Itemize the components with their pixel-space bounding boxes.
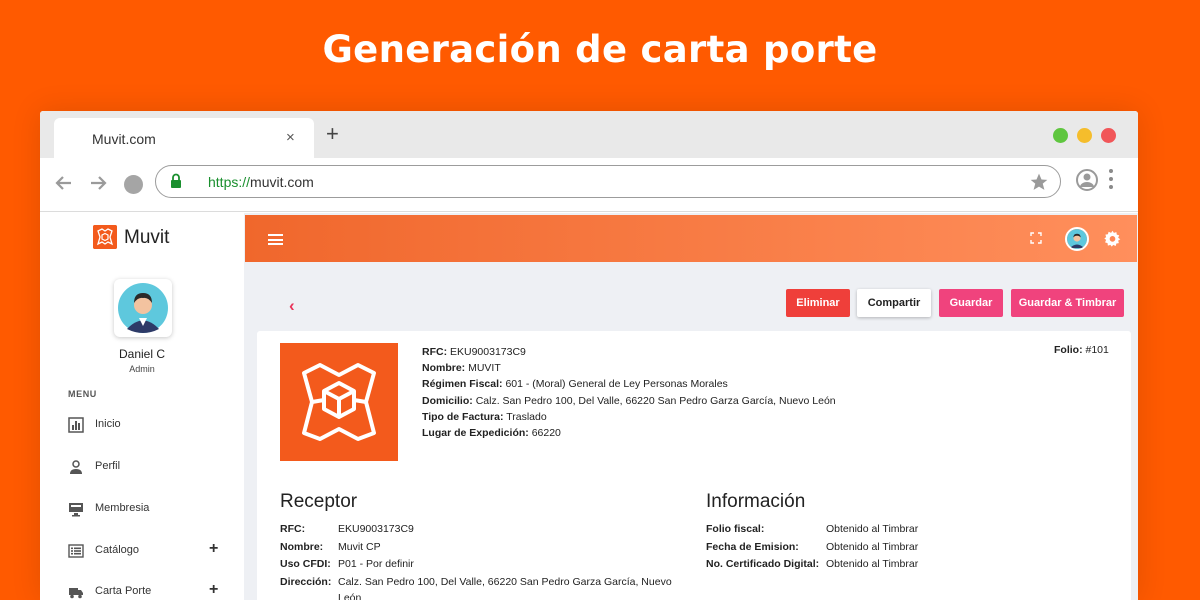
tab-bar: Muvit.com × + xyxy=(40,111,1138,158)
expand-plus-icon[interactable]: + xyxy=(209,581,218,599)
header-avatar[interactable] xyxy=(1065,227,1089,251)
sidebar: Muvit Daniel C Admin MENU Inicio Perfil … xyxy=(40,213,244,600)
delete-button[interactable]: Eliminar xyxy=(786,289,850,317)
gear-icon[interactable] xyxy=(1104,230,1121,247)
user-role: Admin xyxy=(129,364,155,374)
avatar[interactable] xyxy=(114,279,172,337)
browser-window: Muvit.com × + https://muvit.com Muvit Da… xyxy=(40,111,1138,600)
sidebar-item-label: Inicio xyxy=(95,418,121,430)
sidebar-item-inicio[interactable]: Inicio xyxy=(66,411,226,439)
save-and-stamp-button[interactable]: Guardar & Timbrar xyxy=(1011,289,1124,317)
menu-heading: MENU xyxy=(68,389,97,399)
main-content: ‹ Eliminar Compartir Guardar Guardar & T… xyxy=(244,213,1138,600)
invoice-card: RFC: EKU9003173C9 Nombre: MUVIT Régimen … xyxy=(257,331,1131,600)
browser-menu-icon[interactable] xyxy=(1108,168,1114,190)
url-text: https://muvit.com xyxy=(208,174,314,190)
list-icon xyxy=(68,544,84,558)
brand-name: Muvit xyxy=(124,227,170,248)
muvit-logo-icon xyxy=(93,225,117,249)
page-headline: Generación de carta porte xyxy=(322,28,878,71)
address-bar: https://muvit.com xyxy=(40,158,1138,212)
expand-plus-icon[interactable]: + xyxy=(209,540,218,558)
back-button[interactable]: ‹ xyxy=(289,296,295,316)
sidebar-item-label: Perfil xyxy=(95,460,121,472)
issuer-address: Domicilio: Calz. San Pedro 100, Del Vall… xyxy=(422,394,836,407)
informacion-title: Información xyxy=(706,491,806,512)
forward-arrow-icon[interactable] xyxy=(88,173,108,193)
new-tab-icon[interactable]: + xyxy=(326,123,339,145)
chart-icon xyxy=(68,417,84,433)
tab-title: Muvit.com xyxy=(92,131,156,147)
folio: Folio: #101 xyxy=(1054,344,1109,356)
browser-tab[interactable]: Muvit.com × xyxy=(54,118,314,158)
sidebar-item-perfil[interactable]: Perfil xyxy=(66,453,226,481)
hamburger-menu-icon[interactable] xyxy=(268,234,283,245)
issue-place: Lugar de Expedición: 66220 xyxy=(422,426,561,439)
sidebar-item-catalogo[interactable]: Catálogo + xyxy=(66,537,226,565)
share-button[interactable]: Compartir xyxy=(857,289,931,317)
user-avatar-icon xyxy=(118,283,168,333)
save-button[interactable]: Guardar xyxy=(939,289,1003,317)
person-icon xyxy=(70,460,82,474)
monitor-icon xyxy=(69,503,83,517)
lock-icon xyxy=(171,173,181,188)
window-maximize-button[interactable] xyxy=(1053,128,1068,143)
reload-icon[interactable] xyxy=(124,175,143,194)
browser-profile-icon[interactable] xyxy=(1076,168,1098,192)
back-arrow-icon[interactable] xyxy=(54,173,74,193)
sidebar-item-label: Membresia xyxy=(95,502,150,514)
sidebar-item-label: Carta Porte xyxy=(95,585,152,597)
user-avatar-icon xyxy=(1067,229,1087,249)
tab-close-icon[interactable]: × xyxy=(286,129,295,146)
issuer-regime: Régimen Fiscal: 601 - (Moral) General de… xyxy=(422,378,728,391)
window-close-button[interactable] xyxy=(1101,128,1116,143)
sidebar-item-carta-porte[interactable]: Carta Porte + xyxy=(66,578,226,600)
sidebar-item-label: Catálogo xyxy=(95,544,140,556)
bookmark-star-icon[interactable] xyxy=(1029,172,1049,192)
truck-icon xyxy=(69,588,83,599)
url-input[interactable]: https://muvit.com xyxy=(155,165,1061,198)
window-minimize-button[interactable] xyxy=(1077,128,1092,143)
issuer-details: RFC: EKU9003173C9 Nombre: MUVIT Régimen … xyxy=(422,344,942,441)
user-name: Daniel C xyxy=(118,347,166,361)
issuer-rfc: RFC: EKU9003173C9 xyxy=(422,346,526,358)
sidebar-item-membresia[interactable]: Membresia xyxy=(66,495,226,523)
app-bar xyxy=(245,215,1137,262)
invoice-type: Tipo de Factura: Traslado xyxy=(422,410,547,423)
company-logo-icon xyxy=(280,343,398,461)
issuer-name: Nombre: MUVIT xyxy=(422,362,501,375)
receptor-title: Receptor xyxy=(280,491,358,512)
fullscreen-icon[interactable] xyxy=(1030,232,1042,244)
